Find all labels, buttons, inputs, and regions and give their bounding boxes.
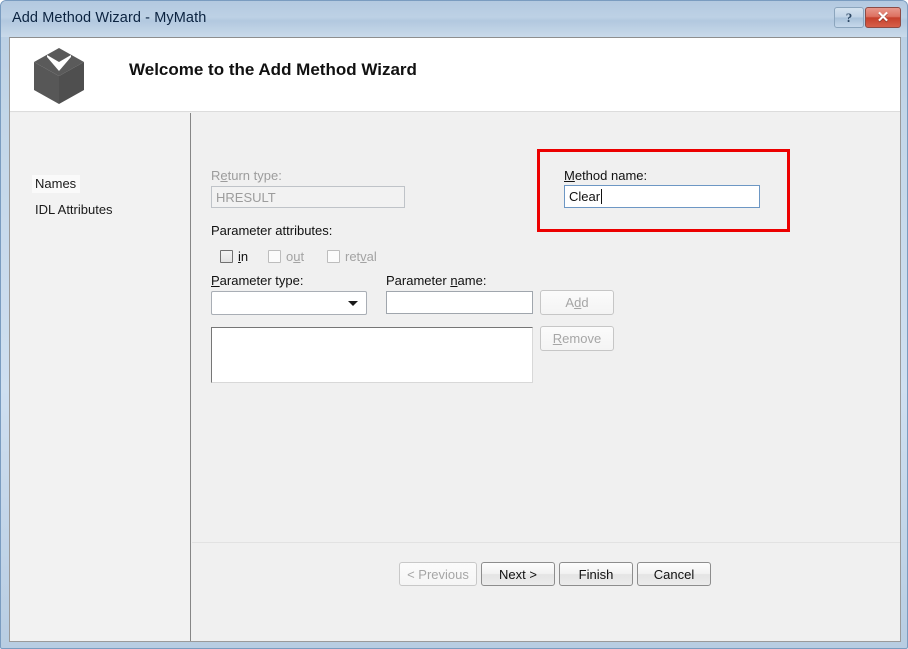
return-type-value: HRESULT — [216, 189, 276, 205]
sidebar-item-label: IDL Attributes — [35, 202, 113, 217]
wizard-banner: Welcome to the Add Method Wizard — [10, 38, 900, 112]
parameter-list[interactable] — [211, 327, 533, 383]
return-type-label: Return type: — [211, 168, 282, 183]
add-button: Add — [540, 290, 614, 315]
parameter-attributes-label: Parameter attributes: — [211, 223, 333, 238]
help-button[interactable]: ? — [834, 7, 864, 28]
sidebar-item-names[interactable]: Names — [32, 175, 81, 193]
add-button-label: Add — [565, 295, 589, 310]
cancel-button[interactable]: Cancel — [637, 562, 711, 586]
cube-icon — [31, 47, 87, 105]
parameter-type-combobox[interactable] — [211, 291, 367, 315]
checkbox-retval-label: retval — [345, 249, 377, 264]
previous-button-label: < Previous — [407, 566, 469, 582]
dialog-client-area: Welcome to the Add Method Wizard Names I… — [9, 37, 901, 642]
wizard-window: Add Method Wizard - MyMath ? ✕ Welcome t… — [0, 0, 908, 649]
sidebar-item-idl-attributes[interactable]: IDL Attributes — [32, 201, 117, 219]
method-name-value: Clear — [569, 189, 601, 204]
window-title: Add Method Wizard - MyMath — [12, 10, 207, 26]
title-bar: Add Method Wizard - MyMath ? ✕ — [1, 1, 907, 37]
finish-button-label: Finish — [578, 566, 614, 582]
checkbox-box-icon — [268, 250, 281, 263]
method-name-label: Method name: — [564, 168, 648, 183]
parameter-name-label: Parameter name: — [386, 273, 487, 288]
remove-button-label: Remove — [552, 331, 602, 346]
finish-button[interactable]: Finish — [559, 562, 633, 586]
previous-button: < Previous — [399, 562, 477, 586]
checkbox-in-label: in — [238, 249, 249, 264]
page-title: Welcome to the Add Method Wizard — [129, 60, 417, 79]
parameter-type-label: Parameter type: — [211, 273, 304, 288]
cancel-button-label: Cancel — [653, 566, 695, 582]
sidebar-item-label: Names — [35, 176, 77, 191]
next-button[interactable]: Next > — [481, 562, 555, 586]
question-mark-icon: ? — [845, 10, 853, 25]
close-icon: ✕ — [876, 9, 890, 26]
text-caret — [601, 189, 603, 204]
close-button[interactable]: ✕ — [865, 7, 901, 28]
checkbox-out: out — [268, 249, 304, 264]
checkbox-out-label: out — [286, 249, 305, 264]
checkbox-box-icon — [327, 250, 340, 263]
checkbox-retval: retval — [327, 249, 377, 264]
chevron-down-icon — [348, 301, 358, 306]
footer-separator — [192, 542, 900, 543]
parameter-name-input[interactable] — [386, 291, 533, 314]
remove-button: Remove — [540, 326, 614, 351]
method-name-input[interactable]: Clear — [564, 185, 760, 208]
wizard-step-list: Names IDL Attributes — [10, 113, 191, 641]
checkbox-in[interactable]: in — [220, 249, 248, 264]
checkbox-box-icon — [220, 250, 233, 263]
next-button-label: Next > — [499, 566, 537, 582]
return-type-input: HRESULT — [211, 186, 405, 208]
